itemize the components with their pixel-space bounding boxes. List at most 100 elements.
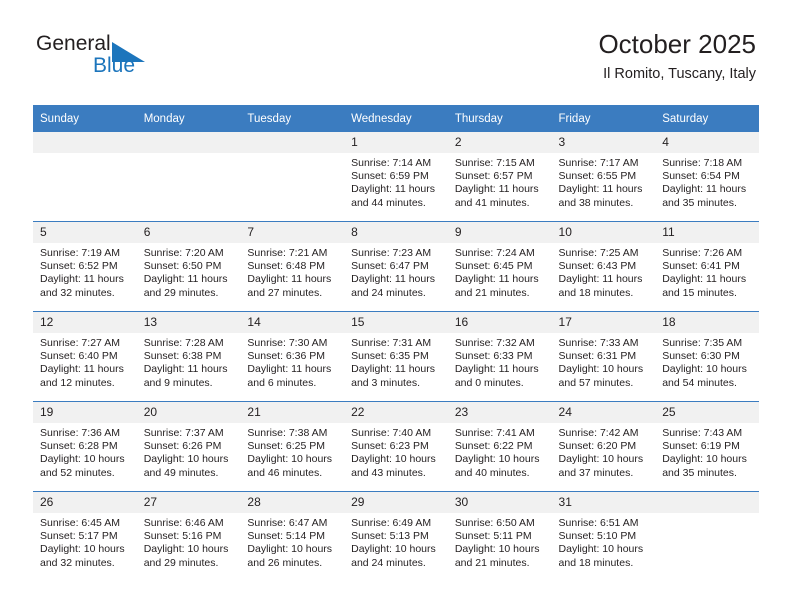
- day-detail-daylight-2: and 29 minutes.: [143, 286, 219, 299]
- day-number: 1: [344, 132, 448, 153]
- day-detail-daylight-1: Daylight: 11 hours: [351, 273, 435, 286]
- day-number: 12: [33, 312, 137, 333]
- day-detail-daylight-1: Daylight: 11 hours: [143, 273, 228, 286]
- calendar-day-cell[interactable]: 14 Sunrise: 7:30 AM Sunset: 6:36 PM Dayligh…: [240, 311, 345, 402]
- day-details: Sunrise: 7:41 AM Sunset: 6:22 PM Daylight:…: [448, 423, 552, 480]
- calendar-day-cell[interactable]: 17 Sunrise: 7:33 AM Sunset: 6:31 PM Dayligh…: [551, 311, 656, 402]
- calendar-day-cell[interactable]: 31 Sunrise: 6:51 AM Sunset: 5:10 PM Dayligh…: [551, 491, 656, 581]
- day-detail-sunrise: Sunrise: 7:27 AM: [40, 337, 120, 349]
- day-details: Sunrise: 7:31 AM Sunset: 6:35 PM Daylight:…: [344, 333, 448, 390]
- calendar-day-cell[interactable]: 3 Sunrise: 7:17 AM Sunset: 6:55 PM Daylight…: [551, 132, 656, 222]
- day-details: Sunrise: 7:38 AM Sunset: 6:25 PM Daylight:…: [240, 423, 344, 480]
- calendar-day-cell: [240, 132, 345, 222]
- calendar-week-row: 12 Sunrise: 7:27 AM Sunset: 6:40 PM Dayligh…: [33, 311, 759, 402]
- calendar-day-cell[interactable]: 5 Sunrise: 7:19 AM Sunset: 6:52 PM Daylight…: [33, 221, 137, 312]
- calendar-day-cell[interactable]: 25 Sunrise: 7:43 AM Sunset: 6:19 PM Dayligh…: [655, 401, 759, 492]
- calendar-day-cell[interactable]: 7 Sunrise: 7:21 AM Sunset: 6:48 PM Daylight…: [240, 221, 345, 312]
- day-detail-sunset: Sunset: 6:40 PM: [40, 350, 118, 363]
- day-detail-sunrise: Sunrise: 6:47 AM: [247, 517, 328, 529]
- day-number: 18: [655, 312, 759, 333]
- calendar-day-cell[interactable]: 21 Sunrise: 7:38 AM Sunset: 6:25 PM Dayligh…: [240, 401, 345, 492]
- day-detail-sunrise: Sunrise: 7:36 AM: [40, 427, 120, 439]
- calendar-day-cell[interactable]: 15 Sunrise: 7:31 AM Sunset: 6:35 PM Dayligh…: [344, 311, 448, 402]
- day-details: Sunrise: 7:18 AM Sunset: 6:54 PM Daylight:…: [655, 153, 759, 210]
- day-details: Sunrise: 7:36 AM Sunset: 6:28 PM Daylight:…: [33, 423, 137, 480]
- day-detail-daylight-1: Daylight: 10 hours: [40, 543, 125, 556]
- day-detail-sunrise: Sunrise: 7:31 AM: [351, 337, 432, 349]
- day-detail-daylight-2: and 18 minutes.: [558, 556, 634, 569]
- day-detail-sunrise: Sunrise: 7:28 AM: [143, 337, 224, 349]
- calendar-day-cell[interactable]: 2 Sunrise: 7:15 AM Sunset: 6:57 PM Daylight…: [447, 132, 552, 222]
- calendar-day-cell[interactable]: 20 Sunrise: 7:37 AM Sunset: 6:26 PM Dayligh…: [136, 401, 241, 492]
- day-detail-sunset: Sunset: 6:48 PM: [247, 260, 326, 273]
- day-detail-sunrise: Sunrise: 7:41 AM: [454, 427, 535, 439]
- calendar-day-cell[interactable]: 12 Sunrise: 7:27 AM Sunset: 6:40 PM Dayligh…: [33, 311, 137, 402]
- day-detail-sunrise: Sunrise: 6:49 AM: [351, 517, 432, 529]
- day-number: 17: [551, 312, 656, 333]
- calendar-day-cell[interactable]: 28 Sunrise: 6:47 AM Sunset: 5:14 PM Dayligh…: [240, 491, 345, 581]
- day-detail-sunset: Sunset: 6:38 PM: [143, 350, 222, 363]
- calendar-day-cell[interactable]: 6 Sunrise: 7:20 AM Sunset: 6:50 PM Daylight…: [136, 221, 241, 312]
- calendar-day-cell[interactable]: 19 Sunrise: 7:36 AM Sunset: 6:28 PM Dayligh…: [33, 401, 137, 492]
- day-detail-daylight-2: and 12 minutes.: [40, 376, 115, 389]
- calendar-day-cell[interactable]: 30 Sunrise: 6:50 AM Sunset: 5:11 PM Dayligh…: [447, 491, 552, 581]
- day-detail-daylight-1: Daylight: 10 hours: [558, 543, 644, 556]
- day-detail-sunset: Sunset: 6:26 PM: [143, 440, 222, 453]
- brand-logo[interactable]: General Blue: [36, 32, 256, 90]
- calendar-day-cell[interactable]: 18 Sunrise: 7:35 AM Sunset: 6:30 PM Dayligh…: [655, 311, 759, 402]
- calendar-day-cell[interactable]: 24 Sunrise: 7:42 AM Sunset: 6:20 PM Dayligh…: [551, 401, 656, 492]
- calendar-day-cell[interactable]: 11 Sunrise: 7:26 AM Sunset: 6:41 PM Dayligh…: [655, 221, 759, 312]
- day-details: Sunrise: 7:40 AM Sunset: 6:23 PM Daylight:…: [344, 423, 448, 480]
- day-details: Sunrise: 7:14 AM Sunset: 6:59 PM Daylight:…: [344, 153, 448, 210]
- day-detail-daylight-1: Daylight: 10 hours: [558, 453, 644, 466]
- day-details: Sunrise: 7:17 AM Sunset: 6:55 PM Daylight:…: [552, 153, 656, 210]
- day-detail-sunrise: Sunrise: 6:50 AM: [454, 517, 535, 529]
- calendar-week-row: 26 Sunrise: 6:45 AM Sunset: 5:17 PM Dayligh…: [33, 491, 759, 581]
- day-detail-sunset: Sunset: 6:47 PM: [351, 260, 429, 273]
- calendar-day-cell[interactable]: 16 Sunrise: 7:32 AM Sunset: 6:33 PM Dayligh…: [447, 311, 552, 402]
- day-details: Sunrise: 6:50 AM Sunset: 5:11 PM Daylight:…: [448, 513, 552, 570]
- day-detail-sunrise: Sunrise: 6:46 AM: [143, 517, 224, 529]
- calendar-day-cell[interactable]: 1 Sunrise: 7:14 AM Sunset: 6:59 PM Daylight…: [344, 132, 448, 222]
- day-detail-sunset: Sunset: 6:30 PM: [662, 350, 740, 363]
- calendar-day-cell[interactable]: 8 Sunrise: 7:23 AM Sunset: 6:47 PM Daylight…: [344, 221, 448, 312]
- day-detail-sunset: Sunset: 6:28 PM: [40, 440, 118, 453]
- day-detail-daylight-1: Daylight: 11 hours: [247, 273, 332, 286]
- day-number: 29: [344, 492, 448, 513]
- day-details: Sunrise: 7:28 AM Sunset: 6:38 PM Daylight:…: [137, 333, 241, 390]
- day-detail-sunrise: Sunrise: 7:17 AM: [558, 157, 639, 169]
- day-detail-daylight-1: Daylight: 11 hours: [558, 273, 643, 286]
- calendar-day-cell[interactable]: 10 Sunrise: 7:25 AM Sunset: 6:43 PM Dayligh…: [551, 221, 656, 312]
- day-number: 14: [240, 312, 345, 333]
- calendar-day-cell[interactable]: 23 Sunrise: 7:41 AM Sunset: 6:22 PM Dayligh…: [447, 401, 552, 492]
- calendar-week-row: 19 Sunrise: 7:36 AM Sunset: 6:28 PM Dayligh…: [33, 401, 759, 492]
- day-detail-sunset: Sunset: 6:22 PM: [454, 440, 533, 453]
- day-number: 22: [344, 402, 448, 423]
- day-detail-sunrise: Sunrise: 7:33 AM: [558, 337, 639, 349]
- calendar-day-cell[interactable]: 29 Sunrise: 6:49 AM Sunset: 5:13 PM Dayligh…: [344, 491, 448, 581]
- calendar-week-row: 5 Sunrise: 7:19 AM Sunset: 6:52 PM Daylight…: [33, 221, 759, 312]
- day-details: Sunrise: 7:20 AM Sunset: 6:50 PM Daylight:…: [137, 243, 241, 300]
- calendar-header-row: Sunday Monday Tuesday Wednesday Thursday…: [33, 105, 759, 132]
- day-detail-sunrise: Sunrise: 7:18 AM: [662, 157, 743, 169]
- day-detail-sunset: Sunset: 6:19 PM: [662, 440, 740, 453]
- day-detail-daylight-1: Daylight: 11 hours: [662, 183, 747, 196]
- calendar-day-cell[interactable]: 13 Sunrise: 7:28 AM Sunset: 6:38 PM Dayligh…: [136, 311, 241, 402]
- day-detail-daylight-2: and 40 minutes.: [454, 466, 530, 479]
- calendar-day-cell[interactable]: 4 Sunrise: 7:18 AM Sunset: 6:54 PM Daylight…: [655, 132, 759, 222]
- day-number: [33, 132, 137, 153]
- day-number: [136, 132, 241, 153]
- weekday-header-monday: Monday: [136, 105, 241, 132]
- day-detail-daylight-2: and 32 minutes.: [40, 286, 115, 299]
- day-detail-sunrise: Sunrise: 7:15 AM: [454, 157, 535, 169]
- day-detail-daylight-2: and 24 minutes.: [351, 556, 426, 569]
- day-detail-sunset: Sunset: 6:59 PM: [351, 170, 429, 183]
- calendar-day-cell[interactable]: 26 Sunrise: 6:45 AM Sunset: 5:17 PM Dayligh…: [33, 491, 137, 581]
- day-detail-sunset: Sunset: 6:43 PM: [558, 260, 637, 273]
- calendar-day-cell[interactable]: 22 Sunrise: 7:40 AM Sunset: 6:23 PM Dayligh…: [344, 401, 448, 492]
- day-details: Sunrise: 7:43 AM Sunset: 6:19 PM Daylight:…: [655, 423, 759, 480]
- day-detail-sunset: Sunset: 6:41 PM: [662, 260, 740, 273]
- calendar-day-cell[interactable]: 27 Sunrise: 6:46 AM Sunset: 5:16 PM Dayligh…: [136, 491, 241, 581]
- day-detail-daylight-1: Daylight: 10 hours: [247, 453, 333, 466]
- calendar-day-cell[interactable]: 9 Sunrise: 7:24 AM Sunset: 6:45 PM Daylight…: [447, 221, 552, 312]
